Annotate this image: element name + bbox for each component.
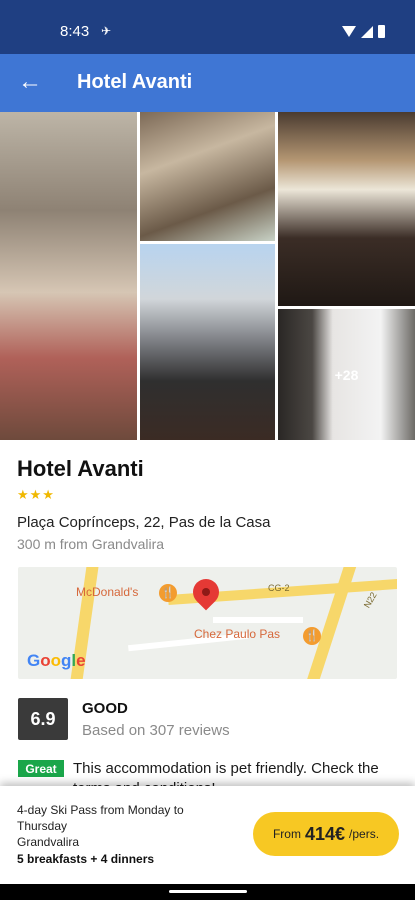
status-bar: 8:43 ✈ [0,0,415,54]
map-road-label: CG-2 [268,583,290,593]
wifi-icon [342,26,356,37]
price-from-label: From [272,827,301,841]
signal-icon [361,25,373,38]
hotel-photo-food-counter[interactable] [140,112,275,241]
map-poi-mcdonalds: McDonald's [76,585,139,599]
hotel-photo-window-view[interactable] [140,244,275,440]
home-handle[interactable] [169,890,247,893]
package-location: Grandvalira [17,835,80,849]
map-road-label: N22 [361,590,379,610]
package-meals: 5 breakfasts + 4 dinners [17,852,155,866]
system-nav-bar [0,884,415,900]
status-icons [342,25,385,38]
photo-gallery: +28 [0,112,415,440]
price-unit: /pers. [349,827,380,841]
back-button[interactable]: ← [18,69,44,95]
hotel-distance: 300 m from Grandvalira [17,536,165,552]
google-logo: Google [27,651,86,670]
price-button[interactable]: From 414€ /pers. [253,812,399,856]
app-bar-title: Hotel Avanti [77,71,193,93]
more-photos-button[interactable]: +28 [278,309,415,440]
map-poi-chez-paulo: Chez Paulo Pas [194,627,281,641]
hotel-photo-restaurant[interactable] [278,112,415,306]
package-title: 4-day Ski Pass from Monday to Thursday [17,803,184,833]
great-badge: Great [18,760,64,777]
hotel-photo-buffet[interactable] [0,112,137,440]
hotel-name: Hotel Avanti [17,456,144,481]
review-count[interactable]: Based on 307 reviews [82,722,230,739]
review-score: 6.9 [18,698,68,740]
status-time: 8:43 [60,23,90,40]
location-map[interactable]: McDonald's 🍴 CG-2 N22 Chez Paulo Pas 🍴 G… [18,567,397,679]
rating-label: GOOD [82,700,128,717]
price-amount: 414€ [304,823,346,844]
hotel-address: Plaça Coprínceps, 22, Pas de la Casa [17,514,271,531]
restaurant-icon: 🍴 [303,627,321,645]
map-road [213,617,303,623]
airplane-icon: ✈ [101,24,112,38]
battery-icon [378,25,385,38]
star-rating: ★★★ [17,487,55,502]
location-pin-icon [187,573,225,611]
restaurant-icon: 🍴 [159,584,177,602]
arrow-left-icon: ← [18,68,42,95]
app-bar: ← Hotel Avanti [0,54,415,112]
